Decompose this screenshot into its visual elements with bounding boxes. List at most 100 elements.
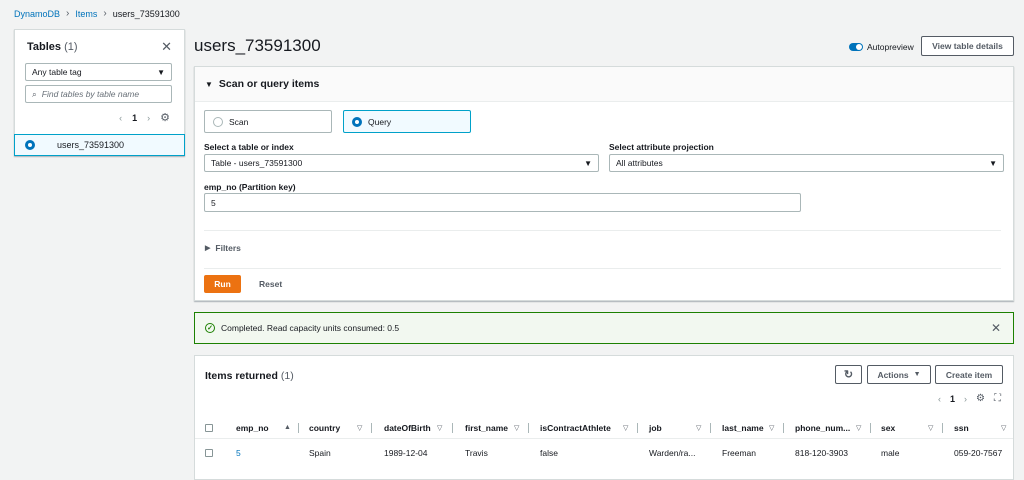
column-header-last-name[interactable]: last_name (722, 417, 764, 438)
query-radio[interactable] (352, 116, 362, 127)
sort-icon[interactable]: ▽ (928, 424, 933, 432)
breadcrumb-current: users_73591300 (112, 8, 180, 19)
reset-button[interactable]: Reset (259, 279, 282, 289)
actions-label: Actions (877, 369, 909, 380)
close-icon[interactable]: ✕ (161, 39, 172, 55)
sort-icon[interactable]: ▽ (623, 424, 628, 432)
scan-radio[interactable] (213, 116, 223, 127)
column-separator[interactable] (710, 423, 711, 433)
refresh-icon: ↻ (843, 369, 854, 381)
row-checkbox[interactable] (205, 442, 213, 464)
table-tag-value: Any table tag (32, 67, 82, 77)
cell-last-name: Freeman (722, 448, 757, 458)
table-list-item[interactable]: users_73591300 (14, 134, 185, 156)
scan-option[interactable]: Scan (204, 110, 332, 133)
column-separator[interactable] (371, 423, 372, 433)
close-icon[interactable]: ✕ (991, 321, 1001, 335)
autopreview-label: Autopreview (867, 42, 914, 52)
partition-key-value: 5 (211, 197, 216, 208)
column-header-date-of-birth[interactable]: dateOfBirth (384, 417, 431, 438)
cell-first-name: Travis (465, 448, 488, 458)
fullscreen-icon[interactable]: ⛶ (994, 393, 1001, 404)
sort-icon[interactable]: ▽ (856, 424, 861, 432)
column-separator[interactable] (783, 423, 784, 433)
sort-icon[interactable]: ▽ (769, 424, 774, 432)
cell-country: Spain (309, 448, 331, 458)
autopreview-toggle[interactable]: Autopreview (849, 42, 914, 52)
sort-ascending-icon[interactable]: ▲ (284, 424, 291, 431)
page-title: users_73591300 (194, 36, 321, 55)
projection-label: Select attribute projection (609, 142, 714, 152)
query-option[interactable]: Query (343, 110, 471, 133)
run-button[interactable]: Run (204, 275, 241, 293)
checkbox-icon (205, 449, 213, 457)
column-header-phone-num[interactable]: phone_num... (795, 417, 850, 438)
find-tables-placeholder: Find tables by table name (41, 89, 140, 99)
column-separator[interactable] (637, 423, 638, 433)
refresh-button[interactable]: ↻ (835, 365, 862, 384)
sort-icon[interactable]: ▽ (357, 424, 362, 432)
items-page-number[interactable]: 1 (950, 394, 955, 404)
partition-key-label: emp_no (Partition key) (204, 182, 296, 192)
scan-query-panel: ▼ Scan or query items Scan Query Select … (194, 66, 1014, 301)
caret-right-icon: ▶ (205, 245, 211, 252)
column-header-sex[interactable]: sex (881, 417, 895, 438)
sort-icon[interactable]: ▽ (437, 424, 442, 432)
chevron-left-icon[interactable]: ‹ (119, 113, 122, 123)
column-separator[interactable] (528, 423, 529, 433)
column-separator[interactable] (870, 423, 871, 433)
chevron-right-icon: › (103, 8, 107, 19)
filters-toggle[interactable]: ▶ Filters (205, 243, 241, 253)
column-header-emp-no[interactable]: emp_no (236, 417, 269, 438)
sort-icon[interactable]: ▽ (696, 424, 701, 432)
gear-icon[interactable]: ⚙ (976, 393, 985, 404)
search-icon: ⌕ (32, 88, 37, 99)
items-title: Items returned (1) (205, 370, 294, 382)
create-item-button[interactable]: Create item (935, 365, 1003, 384)
column-header-country[interactable]: country (309, 417, 340, 438)
table-tag-select[interactable]: Any table tag ▼ (25, 63, 172, 81)
success-flashbar: ✓ Completed. Read capacity units consume… (194, 312, 1014, 344)
caret-down-icon: ▼ (205, 79, 213, 89)
table-header: emp_no ▲ country ▽ dateOfBirth ▽ first_n… (195, 417, 1013, 439)
table-radio[interactable] (25, 140, 35, 150)
breadcrumb-items-link[interactable]: Items (75, 9, 97, 19)
view-table-details-button[interactable]: View table details (921, 36, 1014, 56)
gear-icon[interactable]: ⚙ (160, 111, 170, 124)
select-all-checkbox[interactable] (205, 417, 213, 438)
actions-button[interactable]: Actions ▼ (867, 365, 931, 384)
tables-page-number[interactable]: 1 (132, 113, 137, 123)
sort-icon[interactable]: ▽ (514, 424, 519, 432)
tables-title-label: Tables (27, 41, 62, 53)
column-separator[interactable] (298, 423, 299, 433)
table-index-select[interactable]: Table - users_73591300 ▼ (204, 154, 599, 172)
chevron-right-icon[interactable]: › (964, 394, 967, 404)
table-row: 5 Spain 1989-12-04 Travis false Warden/r… (195, 442, 1013, 464)
projection-value: All attributes (616, 158, 663, 168)
caret-down-icon: ▼ (157, 67, 165, 77)
projection-select[interactable]: All attributes ▼ (609, 154, 1004, 172)
cell-emp-no-link[interactable]: 5 (236, 442, 241, 464)
sort-icon[interactable]: ▽ (1001, 424, 1006, 432)
check-circle-icon: ✓ (205, 323, 215, 333)
partition-key-input[interactable]: 5 (204, 193, 801, 212)
items-panel: Items returned (1) ↻ Actions ▼ Create it… (194, 355, 1014, 480)
column-header-is-contract-athlete[interactable]: isContractAthlete (540, 417, 611, 438)
table-name: users_73591300 (57, 140, 125, 150)
column-header-first-name[interactable]: first_name (465, 417, 508, 438)
column-header-job[interactable]: job (649, 417, 662, 438)
column-separator[interactable] (452, 423, 453, 433)
filters-label: Filters (215, 243, 241, 253)
breadcrumb-dynamodb-link[interactable]: DynamoDB (14, 9, 60, 19)
table-index-value: Table - users_73591300 (211, 158, 303, 168)
find-tables-input[interactable]: ⌕ Find tables by table name (25, 85, 172, 103)
scan-query-header[interactable]: ▼ Scan or query items (195, 67, 1013, 102)
flash-message: Completed. Read capacity units consumed:… (221, 323, 400, 333)
cell-phone-num: 818-120-3903 (795, 448, 848, 458)
column-separator[interactable] (942, 423, 943, 433)
chevron-left-icon[interactable]: ‹ (938, 394, 941, 404)
toggle-switch-icon[interactable] (849, 43, 863, 51)
chevron-right-icon[interactable]: › (147, 113, 150, 123)
column-header-ssn[interactable]: ssn (954, 417, 969, 438)
breadcrumb: DynamoDB › Items › users_73591300 (14, 8, 180, 19)
